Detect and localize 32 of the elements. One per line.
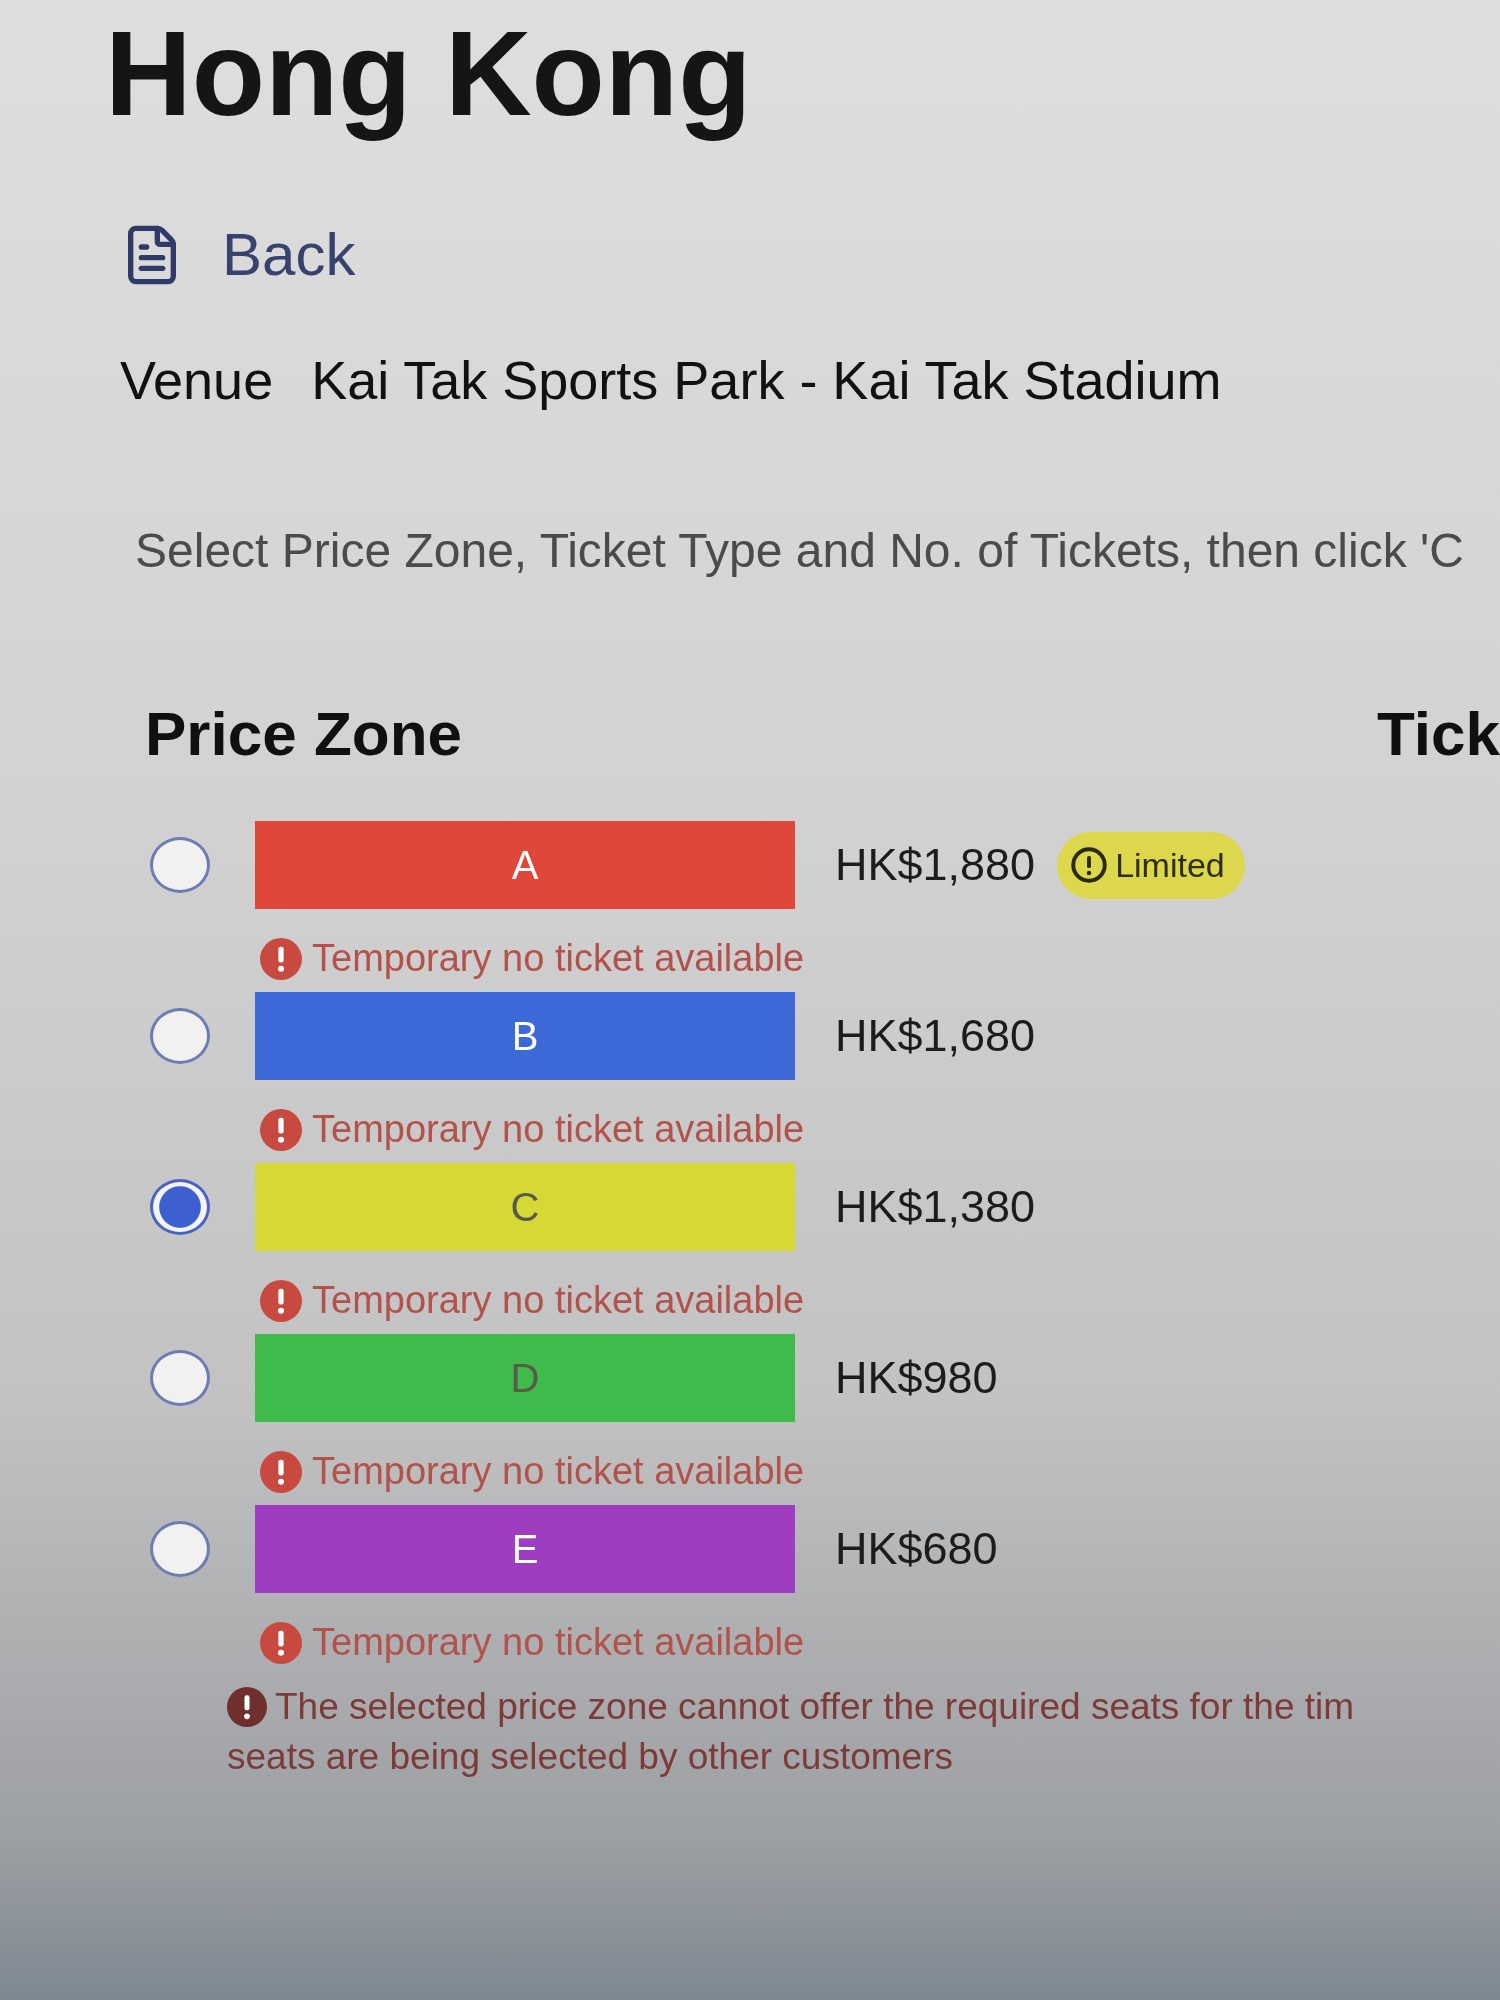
error-message-line: The selected price zone cannot offer the required seats for the tim	[275, 1686, 1355, 1729]
price-zone-heading: Price Zone	[144, 698, 462, 770]
price-zone-bar[interactable]: E	[255, 1505, 795, 1594]
alert-icon	[260, 1279, 302, 1322]
availability-notice: Temporary no ticket available	[312, 1108, 805, 1152]
badge-label: Limited	[1115, 845, 1225, 885]
alert-icon	[260, 1108, 302, 1151]
back-link[interactable]: Back	[120, 220, 356, 290]
availability-notice: Temporary no ticket available	[312, 1621, 805, 1665]
price-text: HK$680	[835, 1523, 998, 1576]
price-zone-bar[interactable]: B	[255, 992, 795, 1081]
instructions-text: Select Price Zone, Ticket Type and No. of Tickets, then click 'C	[135, 523, 1464, 579]
alert-icon	[227, 1687, 267, 1728]
price-text: HK$980	[835, 1352, 998, 1405]
alert-icon	[260, 1621, 302, 1664]
alert-icon	[260, 1450, 302, 1493]
price-zone-bar[interactable]: A	[255, 821, 795, 910]
availability-notice: Temporary no ticket available	[312, 937, 805, 981]
venue-name: Kai Tak Sports Park - Kai Tak Stadium	[311, 349, 1222, 412]
price-text: HK$1,380	[835, 1181, 1036, 1234]
exclamation-circle-icon	[1071, 847, 1108, 884]
price-zone-bar[interactable]: D	[255, 1334, 795, 1423]
price-text: HK$1,880	[835, 839, 1036, 892]
page-title: Hong Kong	[105, 5, 752, 143]
availability-notice: Temporary no ticket available	[312, 1279, 805, 1323]
price-zone-bar[interactable]: C	[255, 1163, 795, 1252]
price-text: HK$1,680	[835, 1010, 1036, 1063]
availability-notice: Temporary no ticket available	[312, 1450, 805, 1494]
column-heading: Tick	[1377, 698, 1500, 770]
venue-label: Venue	[120, 349, 274, 412]
alert-icon	[260, 937, 302, 980]
error-message-line: seats are being selected by other customers	[227, 1736, 953, 1779]
